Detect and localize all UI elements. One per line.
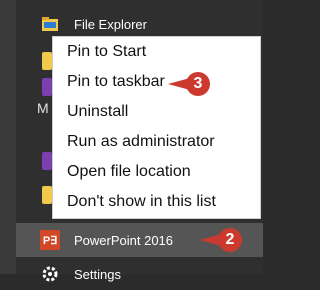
app-tile-purple[interactable] [42,78,52,96]
app-tile-yellow-2[interactable] [42,186,52,204]
callout-step-2: 2 [200,228,242,252]
app-tile-yellow[interactable] [42,52,52,70]
menu-item-pin-to-taskbar[interactable]: Pin to taskbar [67,69,165,95]
callout-badge: 2 [218,228,242,252]
powerpoint-icon: P∃ [40,230,60,250]
app-tile-purple-2[interactable] [42,152,52,170]
menu-item-pin-to-start[interactable]: Pin to Start [67,39,146,65]
powerpoint-icon-glyph: P∃ [42,234,58,247]
menu-item-run-as-administrator[interactable]: Run as administrator [67,129,215,155]
group-letter-m[interactable]: M [37,100,49,116]
callout-badge: 3 [186,72,210,96]
gear-icon [40,264,60,284]
callout-step-3: 3 [168,72,210,96]
settings-label: Settings [74,266,121,282]
context-menu: Pin to Start Pin to taskbar Uninstall Ru… [52,36,261,219]
menu-item-dont-show-in-list[interactable]: Don't show in this list [67,189,216,215]
powerpoint-label: PowerPoint 2016 [74,232,174,248]
menu-item-uninstall[interactable]: Uninstall [67,99,128,125]
folder-icon [40,14,60,34]
file-explorer-label: File Explorer [74,16,147,32]
app-item-settings[interactable]: Settings [16,258,263,290]
menu-item-open-file-location[interactable]: Open file location [67,159,191,185]
